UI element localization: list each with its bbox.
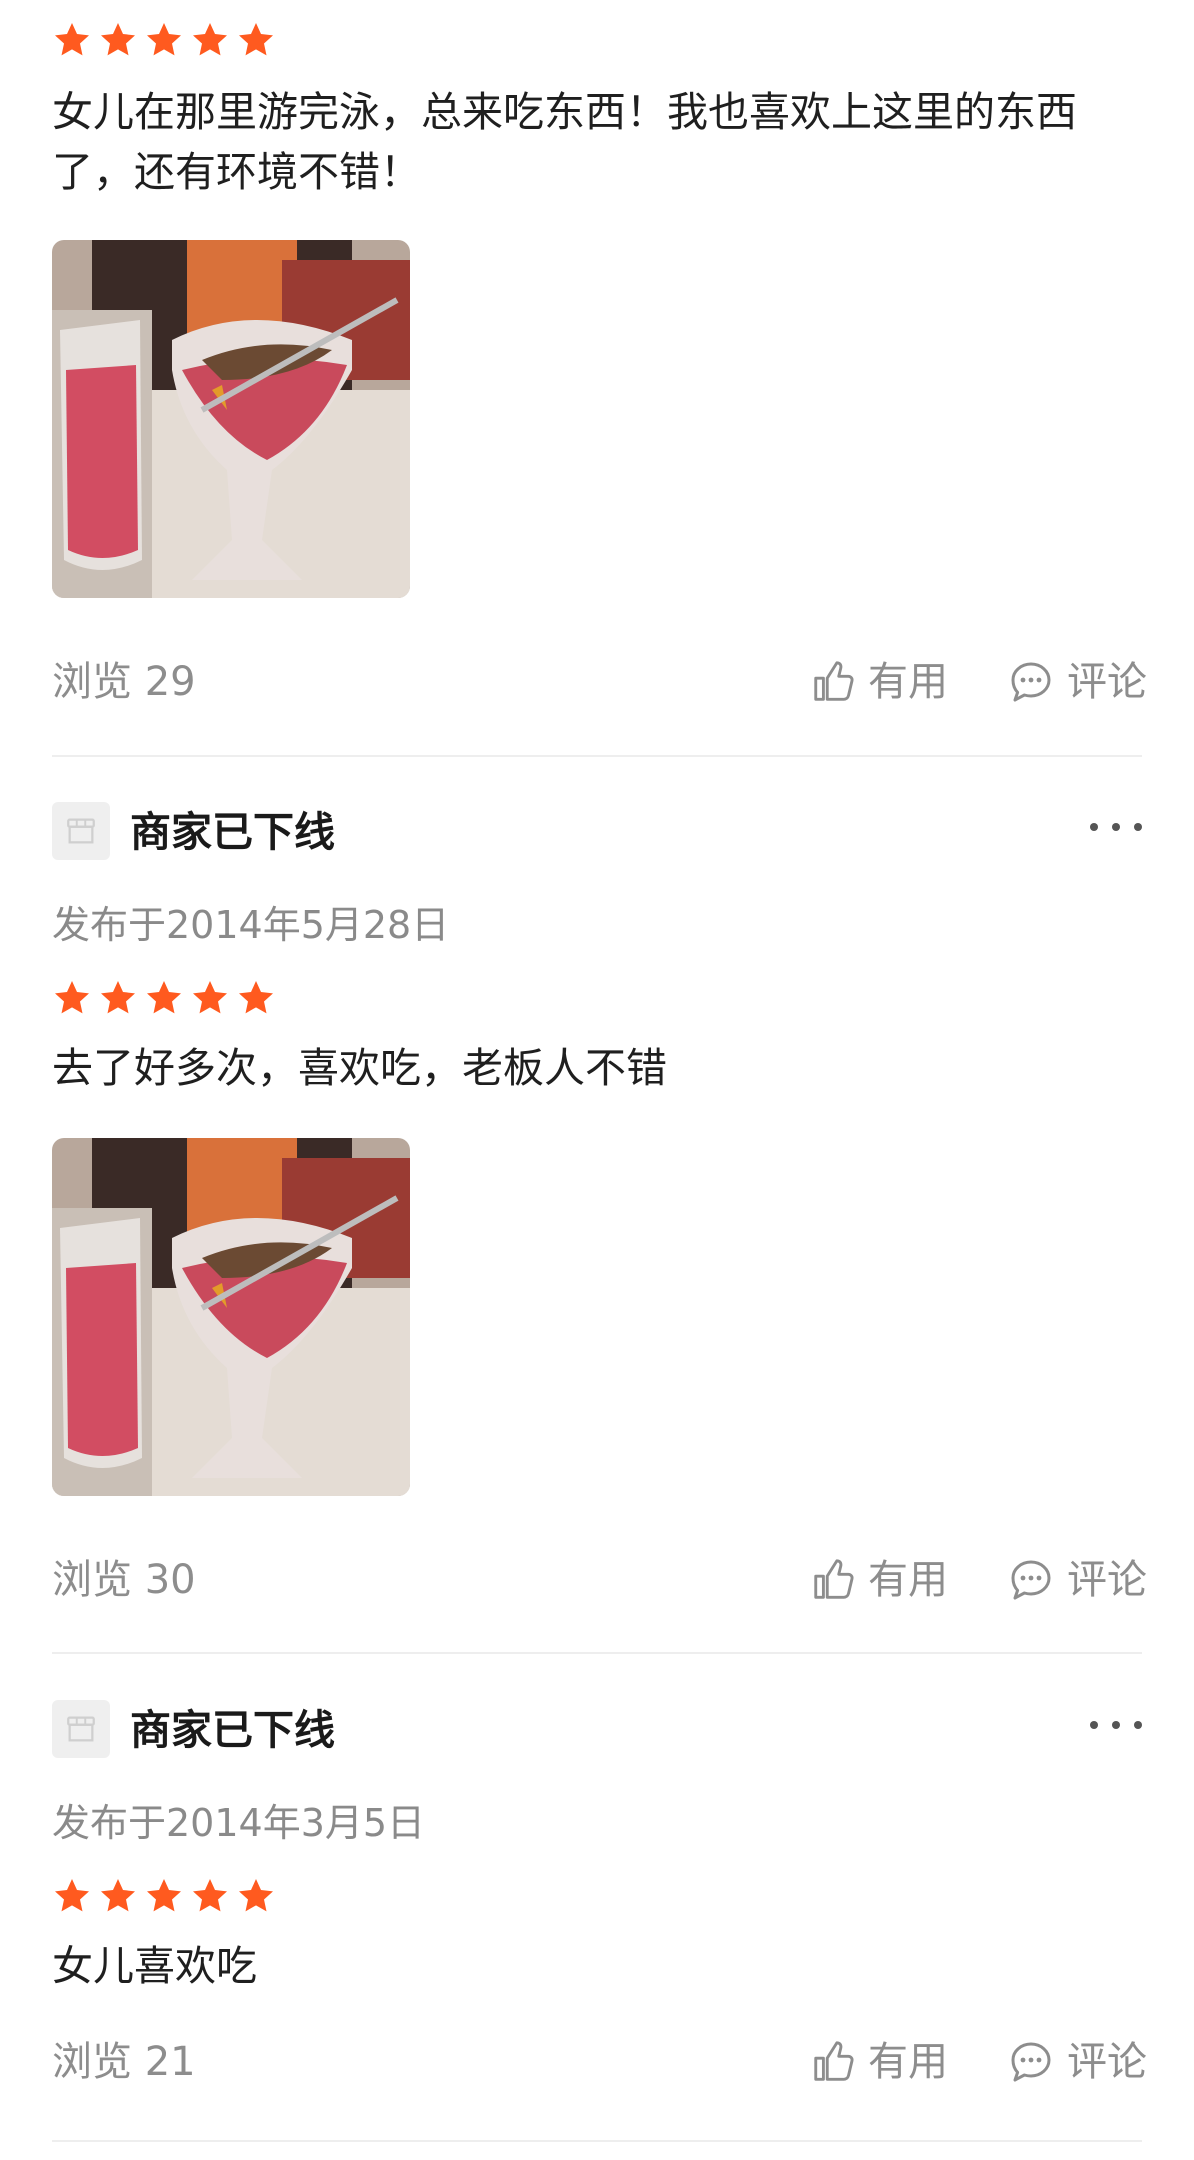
drinks-photo [52,1138,410,1496]
view-count: 浏览 29 [52,654,196,710]
view-count-value: 29 [144,659,196,705]
view-count-label: 浏览 [52,659,132,705]
review-text: 女儿在那里游完泳，总来吃东西！我也喜欢上这里的东西了，还有环境不错！ [52,88,1077,196]
view-count-label: 浏览 [52,1557,132,1603]
useful-label: 有用 [868,659,948,705]
comment-button[interactable]: 评论 [1007,654,1147,710]
divider [52,2140,1142,2142]
divider [52,755,1142,757]
merchant-name[interactable]: 商家已下线 [130,808,335,856]
view-count-value: 30 [144,1557,196,1603]
star-icon [55,23,89,56]
merchant-name[interactable]: 商家已下线 [130,1706,335,1754]
star-icon [193,981,227,1014]
star-icon [239,981,273,1014]
comment-button[interactable]: 评论 [1007,2034,1147,2090]
star-icon [239,1879,273,1912]
star-icon [239,23,273,56]
comment-button[interactable]: 评论 [1007,1552,1147,1608]
review-footer: 浏览 29 有用 评论 [52,654,1147,710]
star-icon [55,981,89,1014]
star-icon [147,1879,181,1912]
comment-bubble-icon [1011,2042,1051,2082]
star-icon [147,23,181,56]
review-footer: 浏览 30 有用 评论 [52,1552,1147,1608]
useful-button[interactable]: 有用 [810,654,948,710]
merchant-header: 商家已下线 [52,802,1142,862]
thumbs-up-icon [814,661,854,701]
star-icon [147,981,181,1014]
review-photo[interactable] [52,240,410,598]
view-count: 浏览 30 [52,1552,196,1608]
useful-button[interactable]: 有用 [810,1552,948,1608]
shop-icon [67,1716,95,1742]
publish-date: 发布于2014年3月5日 [52,1801,426,1845]
rating-stars [52,20,276,60]
merchant-avatar[interactable] [52,1700,110,1758]
review-text: 女儿喜欢吃 [52,1942,257,1990]
useful-label: 有用 [868,1557,948,1603]
shop-icon [67,818,95,844]
view-count-label: 浏览 [52,2039,132,2085]
merchant-avatar[interactable] [52,802,110,860]
star-icon [55,1879,89,1912]
divider [52,1652,1142,1654]
review-footer: 浏览 21 有用 评论 [52,2034,1147,2090]
view-count: 浏览 21 [52,2034,196,2090]
star-icon [193,1879,227,1912]
useful-button[interactable]: 有用 [810,2034,948,2090]
useful-label: 有用 [868,2039,948,2085]
more-dots-icon[interactable] [1090,1710,1142,1740]
star-icon [193,23,227,56]
comment-label: 评论 [1067,659,1147,705]
star-icon [101,23,135,56]
star-icon [101,981,135,1014]
more-dots-icon[interactable] [1090,812,1142,842]
review-list-page: 女儿在那里游完泳，总来吃东西！我也喜欢上这里的东西了，还有环境不错！ 浏览 29… [0,0,1194,2160]
publish-date: 发布于2014年5月28日 [52,903,450,947]
star-icon [101,1879,135,1912]
merchant-header: 商家已下线 [52,1700,1142,1760]
thumbs-up-icon [814,1559,854,1599]
comment-label: 评论 [1067,2039,1147,2085]
comment-bubble-icon [1011,1560,1051,1600]
rating-stars [52,1876,276,1916]
comment-label: 评论 [1067,1557,1147,1603]
view-count-value: 21 [144,2039,196,2085]
comment-bubble-icon [1011,662,1051,702]
drinks-photo [52,240,410,598]
thumbs-up-icon [814,2041,854,2081]
rating-stars [52,978,276,1018]
review-text: 去了好多次，喜欢吃，老板人不错 [52,1044,667,1092]
review-photo[interactable] [52,1138,410,1496]
